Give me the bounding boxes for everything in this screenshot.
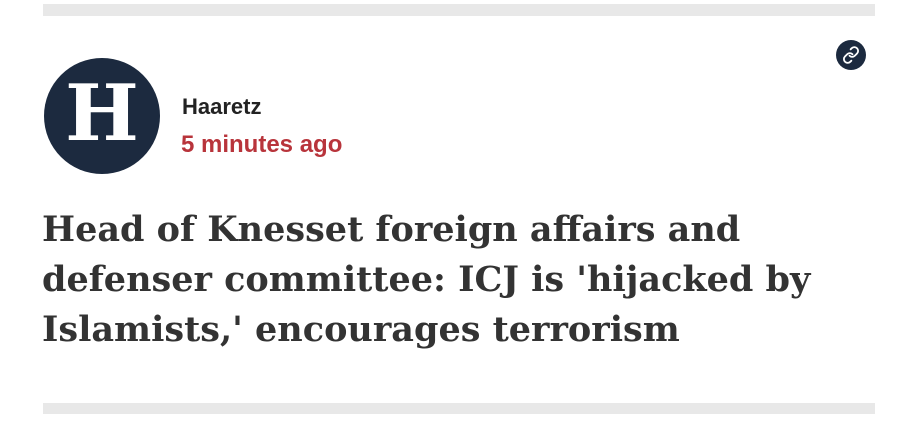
source-name[interactable]: Haaretz bbox=[182, 96, 261, 118]
source-avatar[interactable]: H bbox=[44, 58, 160, 174]
headline[interactable]: Head of Knesset foreign affairs and defe… bbox=[42, 205, 872, 355]
avatar-letter: H bbox=[65, 68, 139, 159]
timestamp: 5 minutes ago bbox=[181, 131, 343, 158]
bottom-divider bbox=[43, 403, 875, 414]
link-icon[interactable] bbox=[836, 40, 866, 70]
top-divider bbox=[43, 4, 875, 16]
